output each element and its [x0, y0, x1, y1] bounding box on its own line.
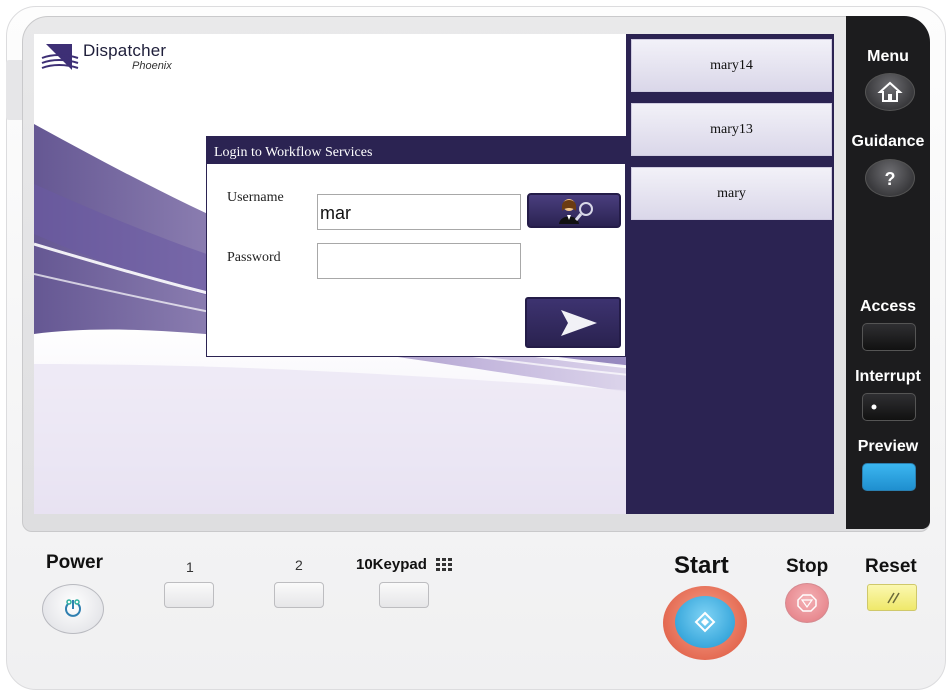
logo-title: Dispatcher — [83, 41, 167, 60]
power-button[interactable] — [42, 584, 104, 634]
password-field[interactable] — [317, 243, 521, 279]
key-2-label: 2 — [295, 557, 303, 573]
user-list-item[interactable]: mary — [631, 167, 832, 220]
start-diamond-icon — [694, 611, 716, 633]
password-label: Password — [227, 250, 281, 265]
user-search-icon — [559, 199, 593, 224]
access-label: Access — [859, 298, 917, 315]
user-list-item[interactable]: mary13 — [631, 103, 832, 156]
power-icon — [65, 599, 81, 617]
access-button[interactable] — [862, 323, 916, 351]
menu-button[interactable] — [865, 73, 915, 111]
indicator-dot-icon — [871, 404, 877, 410]
stop-label: Stop — [786, 556, 829, 577]
svg-text:?: ? — [885, 169, 896, 189]
hardware-side-panel: Menu Guidance ? Access Interrupt Preview — [846, 16, 930, 529]
start-button[interactable] — [663, 586, 747, 660]
user-list-item[interactable]: mary14 — [631, 39, 832, 92]
key-2-button[interactable] — [274, 582, 324, 608]
key-1-button[interactable] — [164, 582, 214, 608]
preview-button[interactable] — [862, 463, 916, 491]
username-label: Username — [227, 190, 284, 205]
dialog-title: Login to Workflow Services — [207, 137, 625, 164]
reset-button[interactable] — [867, 584, 917, 611]
keypad-grid-icon — [436, 558, 452, 571]
logo-subtitle: Phoenix — [132, 60, 172, 72]
reset-label: Reset — [865, 556, 917, 577]
keypad-button[interactable] — [379, 582, 429, 608]
arrow-right-icon — [561, 310, 597, 336]
start-label: Start — [674, 552, 729, 579]
bottom-control-strip: Power 1 2 10Keypad Start Stop Reset — [6, 538, 946, 688]
keypad-label: 10Keypad — [356, 556, 427, 573]
dispatcher-logo-icon — [41, 44, 79, 70]
stop-button[interactable] — [785, 583, 829, 623]
username-field[interactable]: mar — [317, 194, 521, 230]
stop-octagon-icon — [797, 594, 817, 612]
question-icon: ? — [885, 169, 896, 189]
preview-label: Preview — [857, 438, 919, 455]
menu-label: Menu — [867, 48, 909, 65]
interrupt-button[interactable] — [862, 393, 916, 421]
interrupt-label: Interrupt — [855, 368, 921, 385]
guidance-button[interactable]: ? — [865, 159, 915, 197]
power-label: Power — [46, 552, 104, 573]
guidance-label: Guidance — [851, 133, 925, 150]
touch-screen: Dispatcher Phoenix Login to Workflow Ser… — [34, 34, 834, 514]
user-lookup-button[interactable] — [527, 193, 621, 228]
login-dialog: Login to Workflow Services Username mar … — [206, 136, 626, 357]
user-list-panel: mary14 mary13 mary — [626, 34, 834, 514]
home-icon — [877, 81, 903, 102]
reset-slash-icon — [887, 592, 900, 604]
login-submit-button[interactable] — [525, 297, 621, 348]
key-1-label: 1 — [186, 559, 194, 575]
